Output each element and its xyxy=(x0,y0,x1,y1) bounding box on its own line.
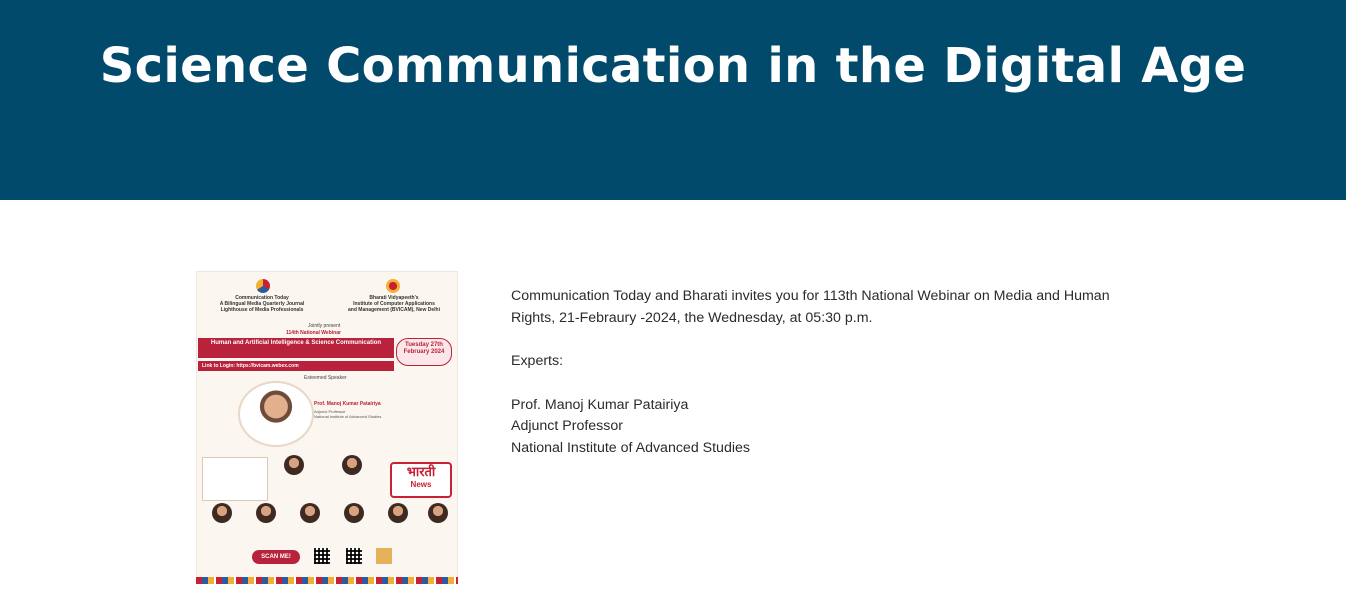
guest-photo xyxy=(256,503,276,523)
poster-org-right: Bharati Vidyapeeth's Institute of Comput… xyxy=(348,295,440,313)
poster-date-badge: Tuesday 27th February 2024 xyxy=(396,338,452,366)
poster-webinar-number: 114th National Webinar xyxy=(286,330,341,336)
webinar-intro: Communication Today and Bharati invites … xyxy=(511,288,1110,326)
experts-label: Experts: xyxy=(511,353,564,369)
news-logo-line1: भारती xyxy=(406,464,436,479)
poster-esteemed: Esteemed Speaker xyxy=(304,375,347,381)
page-title: Science Communication in the Digital Age xyxy=(99,38,1247,94)
bvicam-logo-icon xyxy=(386,279,400,293)
webinar-description: Communication Today and Bharati invites … xyxy=(511,286,1121,459)
guest-photo xyxy=(428,503,448,523)
guest-photo xyxy=(300,503,320,523)
guest-photo xyxy=(284,455,304,475)
expert-role: Adjunct Professor xyxy=(511,418,623,434)
qr-code-icon xyxy=(346,548,362,564)
sponsor-logo-strip xyxy=(196,577,458,584)
poster-login-link: Link to Login: https://bvicam.webex.com xyxy=(198,361,394,371)
page-header: Science Communication in the Digital Age xyxy=(0,0,1346,200)
news-logo-line2: News xyxy=(410,480,432,489)
poster-webinar-title: Human and Artificial Intelligence & Scie… xyxy=(198,338,394,358)
expert-organization: National Institute of Advanced Studies xyxy=(511,439,750,456)
guest-photo xyxy=(344,503,364,523)
guest-photo xyxy=(342,455,362,475)
webinar-poster-image: Communication Today A Bilingual Media Qu… xyxy=(196,271,458,584)
communication-today-logo-icon xyxy=(256,279,270,293)
speaker-photo xyxy=(238,381,314,447)
poster-jointly: Jointly present xyxy=(308,323,341,329)
poster-info-box xyxy=(202,457,268,501)
poster-speaker-name: Prof. Manoj Kumar Patairiya xyxy=(314,401,381,407)
expert-name: Prof. Manoj Kumar Patairiya xyxy=(511,396,689,413)
guest-photo xyxy=(212,503,232,523)
qr-code-icon xyxy=(314,548,330,564)
qr-code-icon xyxy=(376,548,392,564)
poster-org-left: Communication Today A Bilingual Media Qu… xyxy=(219,295,305,313)
poster-scan-me: SCAN ME! xyxy=(252,550,300,564)
bharati-news-logo: भारती News xyxy=(390,462,452,498)
guest-photo xyxy=(388,503,408,523)
poster-speaker-role: Adjunct Professor National Institute of … xyxy=(314,409,382,419)
